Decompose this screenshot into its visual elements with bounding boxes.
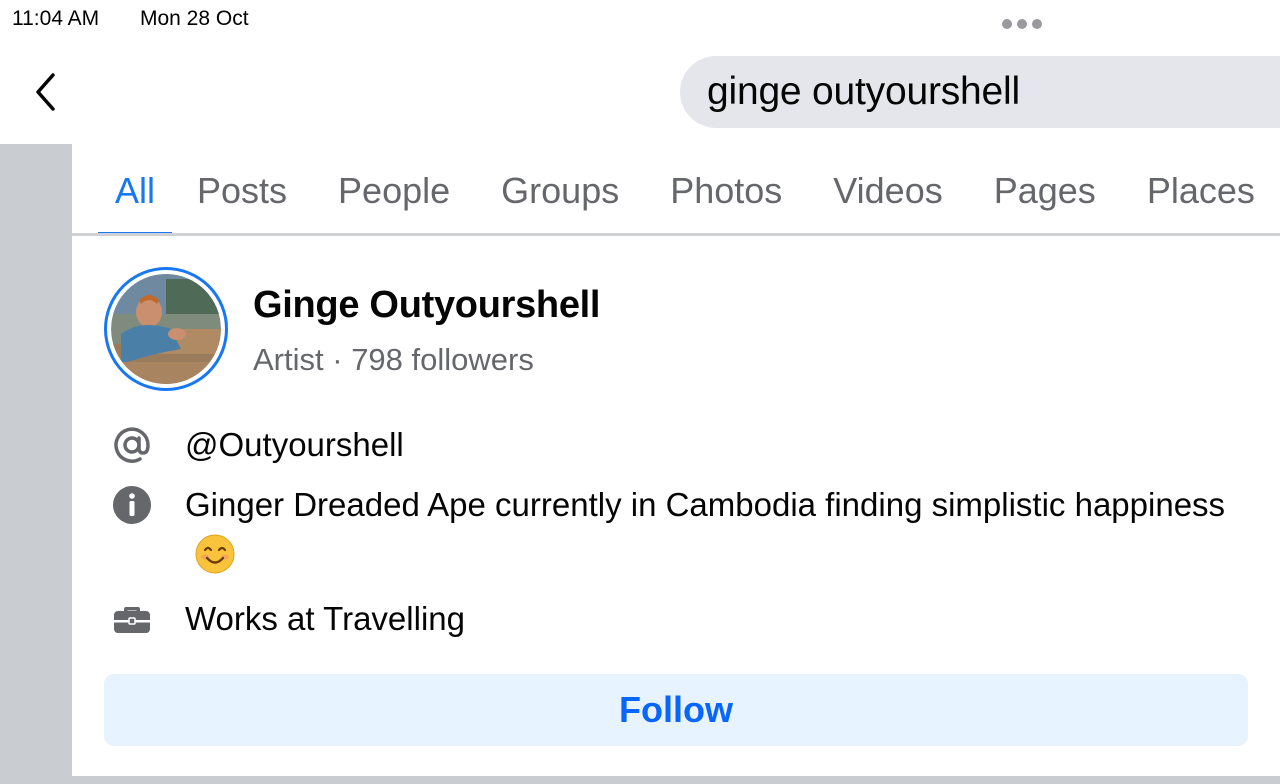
meta-separator: ·: [323, 342, 352, 377]
bio-text: Ginger Dreaded Ape currently in Cambodia…: [185, 486, 1226, 523]
at-sign-icon: [110, 423, 154, 467]
info-icon: [110, 483, 154, 527]
tab-videos[interactable]: Videos: [833, 144, 942, 233]
smiling-face-emoji: [195, 534, 235, 574]
status-date: Mon 28 Oct: [140, 7, 249, 30]
search-header: ginge outyourshell: [0, 40, 1280, 144]
tab-posts[interactable]: Posts: [197, 144, 287, 233]
briefcase-icon: [110, 596, 154, 640]
tab-places[interactable]: Places: [1147, 144, 1255, 233]
back-button[interactable]: [22, 68, 70, 116]
tab-people[interactable]: People: [338, 144, 450, 233]
follower-count: 798 followers: [351, 342, 534, 377]
search-input[interactable]: ginge outyourshell: [680, 56, 1280, 128]
tab-photos[interactable]: Photos: [670, 144, 782, 233]
profile-category: Artist: [253, 342, 324, 377]
profile-name[interactable]: Ginge Outyourshell: [253, 284, 601, 327]
username-text: @Outyourshell: [185, 426, 404, 463]
page-result-card[interactable]: Ginge Outyourshell Artist · 798 follower…: [72, 236, 1280, 776]
left-gutter: [0, 144, 72, 784]
profile-meta: Artist · 798 followers: [253, 342, 534, 378]
follow-button[interactable]: Follow: [104, 674, 1248, 746]
status-time: 11:04 AM: [12, 7, 100, 30]
tab-all[interactable]: All: [98, 144, 172, 233]
multitasking-dots-icon[interactable]: [1002, 19, 1042, 29]
avatar[interactable]: [104, 267, 228, 391]
tab-pages[interactable]: Pages: [994, 144, 1096, 233]
chevron-left-icon: [36, 73, 55, 111]
work-text: Works at Travelling: [185, 600, 465, 637]
search-filter-tabs: All Posts People Groups Photos Videos Pa…: [72, 144, 1280, 236]
status-bar: 11:04 AM Mon 28 Oct: [0, 0, 1280, 40]
tab-groups[interactable]: Groups: [501, 144, 619, 233]
bio-text-block: Ginger Dreaded Ape currently in Cambodia…: [185, 480, 1235, 580]
bottom-gutter: [72, 776, 1280, 784]
profile-photo: [111, 274, 221, 384]
search-query: ginge outyourshell: [707, 70, 1020, 113]
